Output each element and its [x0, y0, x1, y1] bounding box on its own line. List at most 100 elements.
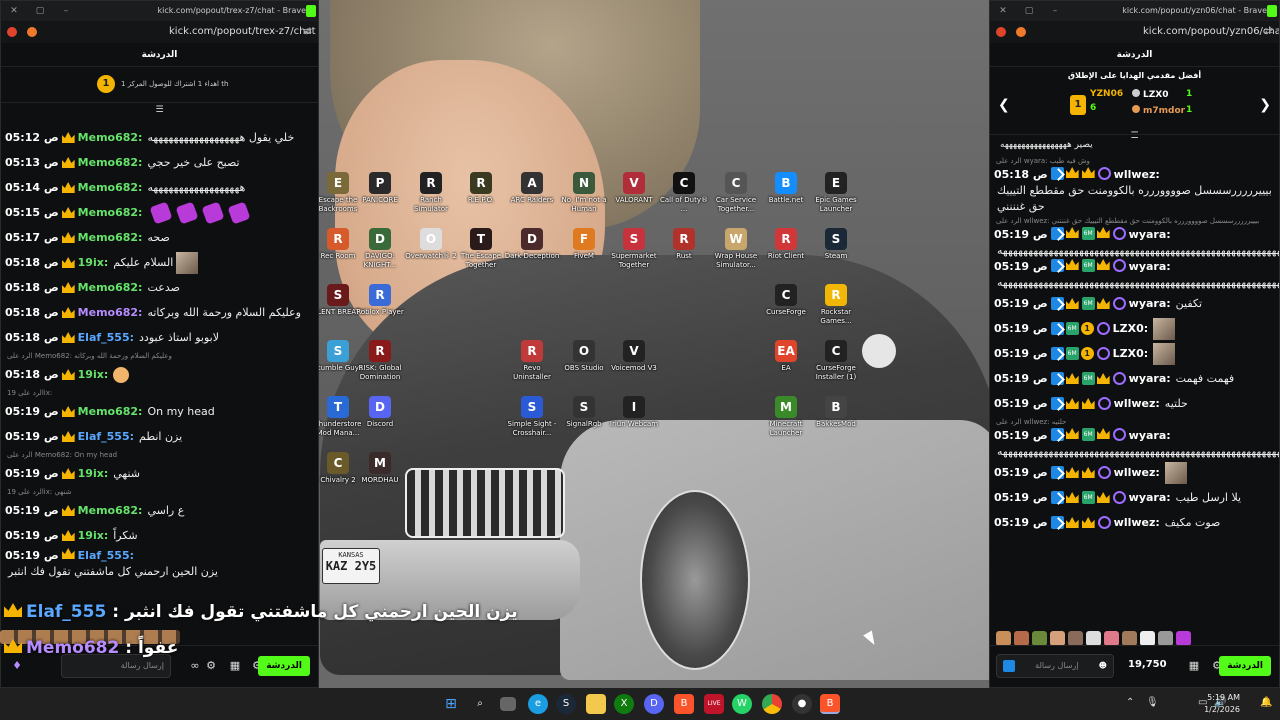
- reply-preview[interactable]: الرد على Memo682: On my head: [1, 449, 318, 461]
- emote[interactable]: [1158, 630, 1173, 646]
- minimize-icon[interactable]: –: [53, 6, 79, 16]
- username[interactable]: LZX0:: [1113, 316, 1149, 341]
- tiktok-live-icon[interactable]: LIVE: [704, 694, 724, 714]
- desktop-shortcut[interactable]: E Epic Games Launcher: [808, 172, 864, 214]
- desktop-shortcut[interactable]: V Voicemod V3: [606, 340, 662, 373]
- username[interactable]: wyara:: [1129, 366, 1171, 391]
- desktop-shortcut[interactable]: O Overwatch® 2: [403, 228, 459, 261]
- username[interactable]: wyara:: [1129, 259, 1171, 275]
- desktop-shortcut[interactable]: C CurseForge Installer (1): [808, 340, 864, 382]
- desktop-shortcut[interactable]: B Battle.net: [758, 172, 814, 205]
- username[interactable]: Elaf_555:: [78, 424, 134, 449]
- folder-icon[interactable]: [586, 694, 606, 714]
- username[interactable]: Memo682:: [78, 175, 143, 200]
- shield-icon[interactable]: [1016, 27, 1026, 37]
- username[interactable]: wllwez:: [1114, 167, 1160, 183]
- desktop-shortcut[interactable]: D Dark Deception: [504, 228, 560, 261]
- emote[interactable]: [996, 630, 1011, 646]
- username[interactable]: 19ix:: [78, 250, 109, 275]
- windows-start-icon[interactable]: ⊞: [441, 694, 461, 714]
- desktop-shortcut[interactable]: R Rockstar Games...: [808, 284, 864, 326]
- reply-preview[interactable]: الرد على wllwez: بيييرررررسسسل صووووررره…: [990, 215, 1279, 227]
- emote[interactable]: [1122, 630, 1137, 646]
- reply-preview[interactable]: الرد على 19ix: شنهي: [1, 486, 318, 498]
- desktop-shortcut[interactable]: S Steam: [808, 228, 864, 261]
- xbox-icon[interactable]: X: [614, 694, 634, 714]
- task-view-icon[interactable]: [500, 697, 516, 711]
- whatsapp-icon[interactable]: W: [732, 694, 752, 714]
- username[interactable]: 19ix:: [78, 461, 109, 486]
- chrome-icon[interactable]: [762, 694, 782, 714]
- emoji-icon[interactable]: ☻: [1099, 655, 1107, 677]
- desktop-shortcut[interactable]: S Supermarket Together: [606, 228, 662, 270]
- chevron-up-icon[interactable]: ⌃: [1126, 697, 1134, 708]
- close-icon[interactable]: ✕: [990, 6, 1016, 16]
- desktop-shortcut[interactable]: D Discord: [352, 396, 408, 429]
- microphone-icon[interactable]: 🎙: [1146, 697, 1159, 708]
- username[interactable]: Memo682:: [78, 150, 143, 175]
- maximize-icon[interactable]: ▢: [1016, 6, 1042, 16]
- emote[interactable]: [1086, 630, 1101, 646]
- reply-preview[interactable]: الرد على wyara: وش فيه طيب: [990, 155, 1279, 167]
- edge-icon[interactable]: e: [528, 694, 548, 714]
- desktop-shortcut[interactable]: R R.E.P.O.: [453, 172, 509, 205]
- desktop-shortcut[interactable]: N No, I'm not a Human: [556, 172, 612, 214]
- brave-active-icon[interactable]: B: [820, 694, 840, 714]
- desktop-shortcut[interactable]: R Rust: [656, 228, 712, 261]
- desktop-shortcut[interactable]: I Iriun Webcam: [606, 396, 662, 429]
- desktop-shortcut[interactable]: F FiveM: [556, 228, 612, 261]
- desktop-shortcut[interactable]: V VALORANT: [606, 172, 662, 205]
- maximize-icon[interactable]: ▢: [27, 6, 53, 16]
- share-icon[interactable]: ⇄: [1265, 26, 1273, 37]
- desktop-shortcut[interactable]: B BakkesMod: [808, 396, 864, 429]
- shield-icon[interactable]: [27, 27, 37, 37]
- emote[interactable]: [1176, 630, 1191, 646]
- right-url[interactable]: kick.com/popout/yzn06/chat: [1143, 26, 1279, 37]
- desktop-shortcut[interactable]: R Ranch Simulator: [403, 172, 459, 214]
- username[interactable]: LZX0:: [1113, 341, 1149, 366]
- username[interactable]: wyara:: [1129, 227, 1171, 243]
- desktop-shortcut[interactable]: EA EA: [758, 340, 814, 373]
- desktop-shortcut[interactable]: S SignalRgb: [556, 396, 612, 429]
- emote[interactable]: [1014, 630, 1029, 646]
- username[interactable]: wllwez:: [1114, 391, 1160, 416]
- desktop-shortcut[interactable]: C Call of Duty® ...: [656, 172, 712, 214]
- username[interactable]: Memo682:: [78, 200, 143, 225]
- username[interactable]: Memo682:: [78, 275, 143, 300]
- share-icon[interactable]: ⇄: [304, 26, 312, 37]
- emote[interactable]: [1104, 630, 1119, 646]
- chevron-left-icon[interactable]: ❮: [998, 97, 1010, 113]
- store-icon[interactable]: ▦: [1186, 658, 1202, 674]
- right-chat-input[interactable]: إرسال رسالة ☻: [996, 654, 1114, 678]
- notification-bell-icon[interactable]: 🔔: [1260, 697, 1272, 708]
- username[interactable]: wyara:: [1129, 485, 1171, 510]
- desktop-shortcut[interactable]: S Simple Sight - Crosshair...: [504, 396, 560, 438]
- steam-icon[interactable]: S: [556, 694, 576, 714]
- emote[interactable]: [1140, 630, 1155, 646]
- username[interactable]: wllwez:: [1114, 510, 1160, 535]
- points-balance[interactable]: 19,750: [1128, 659, 1167, 670]
- desktop-shortcut[interactable]: A ARC Raiders: [504, 172, 560, 205]
- username[interactable]: wllwez:: [1114, 460, 1160, 485]
- desktop-shortcut[interactable]: R Roblox Player: [352, 284, 408, 317]
- clock[interactable]: 5:19 AM 1/2/2026: [1204, 692, 1240, 716]
- pin-icon[interactable]: ☰: [1, 103, 318, 117]
- desktop-shortcut[interactable]: C Car Service Together...: [708, 172, 764, 214]
- desktop-shortcut[interactable]: T The Escape Together: [453, 228, 509, 270]
- emote[interactable]: [1068, 630, 1083, 646]
- username[interactable]: wyara:: [1129, 428, 1171, 444]
- username[interactable]: wyara:: [1129, 291, 1171, 316]
- emote[interactable]: [1050, 630, 1065, 646]
- discord-icon[interactable]: D: [644, 694, 664, 714]
- emote[interactable]: [1032, 630, 1047, 646]
- desktop-shortcut[interactable]: P PANICORE: [352, 172, 408, 205]
- username[interactable]: Elaf_555:: [78, 325, 134, 350]
- username[interactable]: 19ix:: [78, 523, 109, 548]
- close-icon[interactable]: ✕: [1, 6, 27, 16]
- send-button[interactable]: الدردشة: [1219, 656, 1271, 676]
- search-icon[interactable]: ⌕: [470, 694, 490, 714]
- desktop-shortcut[interactable]: D DAVIGO: KNIGHT...: [352, 228, 408, 270]
- desktop-shortcut[interactable]: M Minecraft Launcher: [758, 396, 814, 438]
- minimize-icon[interactable]: –: [1042, 6, 1068, 16]
- obs-icon[interactable]: ●: [792, 694, 812, 714]
